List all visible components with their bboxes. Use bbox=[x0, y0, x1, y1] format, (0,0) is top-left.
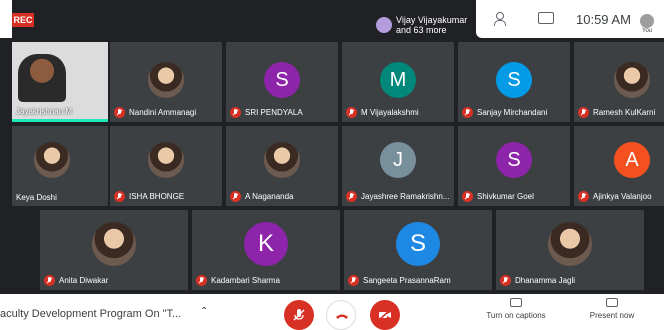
participant-name: Sanjay Mirchandani bbox=[477, 108, 548, 117]
participant-name: A Nagananda bbox=[245, 192, 294, 201]
participant-name: Shivkumar Goel bbox=[477, 192, 534, 201]
presenter-name: Vijay Vijayakumar bbox=[396, 15, 468, 25]
participant-avatar: K bbox=[244, 222, 288, 266]
people-icon[interactable] bbox=[494, 12, 512, 26]
bottom-bar: aculty Development Program On "T... ⌃ Tu… bbox=[0, 294, 664, 330]
participant-name: Sangeeta PrasannaRam bbox=[363, 276, 451, 285]
self-label: You bbox=[642, 28, 653, 34]
mic-toggle-button[interactable] bbox=[284, 300, 314, 330]
participant-name: Jayashree Ramakrishn... bbox=[361, 192, 450, 201]
participant-name: Dhanamma Jagli bbox=[515, 276, 576, 285]
participant-name: Keya Doshi bbox=[16, 193, 57, 202]
muted-mic-icon bbox=[462, 191, 473, 202]
participant-avatar: S bbox=[496, 62, 532, 98]
window-edge bbox=[0, 0, 12, 38]
participant-name: ISHA BHONGE bbox=[129, 192, 185, 201]
participant-tile[interactable]: A Ajinkya Valanjoo bbox=[574, 126, 664, 206]
muted-mic-icon bbox=[346, 191, 357, 202]
participant-name: Ajinkya Valanjoo bbox=[593, 192, 652, 201]
participant-tile[interactable]: J Jayashree Ramakrishn... bbox=[342, 126, 454, 206]
muted-mic-icon bbox=[500, 275, 511, 286]
participant-video bbox=[18, 54, 66, 102]
participant-tile[interactable]: S Shivkumar Goel bbox=[458, 126, 570, 206]
participant-tile[interactable]: Jayakrishnan M bbox=[12, 42, 108, 122]
participant-avatar: S bbox=[264, 62, 300, 98]
chevron-up-icon[interactable]: ⌃ bbox=[200, 306, 208, 317]
muted-mic-icon bbox=[230, 107, 241, 118]
clock: 10:59 AM bbox=[576, 12, 631, 27]
participant-avatar bbox=[148, 62, 184, 98]
muted-mic-icon bbox=[114, 191, 125, 202]
participant-avatar: J bbox=[380, 142, 416, 178]
participant-name: Anita Diwakar bbox=[59, 276, 109, 285]
mic-off-icon bbox=[293, 309, 305, 321]
participant-avatar: S bbox=[496, 142, 532, 178]
muted-mic-icon bbox=[114, 107, 125, 118]
chat-icon[interactable] bbox=[536, 12, 554, 26]
participant-name: Ramesh KulKarni bbox=[593, 108, 656, 117]
present-icon bbox=[606, 298, 618, 307]
participant-name: Jayakrishnan M bbox=[16, 107, 73, 116]
muted-mic-icon bbox=[348, 275, 359, 286]
participant-tile[interactable]: ISHA BHONGE bbox=[110, 126, 222, 206]
presenter-more: and 63 more bbox=[396, 25, 447, 35]
participant-tile[interactable]: Keya Doshi bbox=[12, 126, 108, 206]
participant-tile[interactable]: S Sanjay Mirchandani bbox=[458, 42, 570, 122]
muted-mic-icon bbox=[578, 191, 589, 202]
participant-avatar bbox=[548, 222, 592, 266]
participant-grid: Jayakrishnan M Nandini Ammanagi S SRI PE… bbox=[0, 38, 664, 294]
participant-tile[interactable]: Ramesh KulKarni bbox=[574, 42, 664, 122]
presenter-chip[interactable]: Vijay Vijayakumar and 63 more bbox=[376, 14, 467, 36]
present-label: Present now bbox=[589, 311, 635, 320]
muted-mic-icon bbox=[230, 191, 241, 202]
participant-tile[interactable]: Dhanamma Jagli bbox=[496, 210, 644, 290]
participant-tile[interactable]: M M Vijayalakshmi bbox=[342, 42, 454, 122]
recording-badge: REC bbox=[12, 13, 34, 27]
participant-avatar: M bbox=[380, 62, 416, 98]
muted-mic-icon bbox=[346, 107, 357, 118]
muted-mic-icon bbox=[196, 275, 207, 286]
participant-tile[interactable]: Anita Diwakar bbox=[40, 210, 188, 290]
present-now-button[interactable]: Present now bbox=[582, 298, 642, 320]
participant-avatar bbox=[614, 62, 650, 98]
self-avatar[interactable] bbox=[640, 14, 654, 28]
participant-avatar bbox=[264, 142, 300, 178]
top-right-panel: 10:59 AM You bbox=[476, 0, 664, 38]
participant-name: Nandini Ammanagi bbox=[129, 108, 197, 117]
participant-avatar: A bbox=[614, 142, 650, 178]
camera-toggle-button[interactable] bbox=[370, 300, 400, 330]
participant-avatar bbox=[148, 142, 184, 178]
participant-avatar bbox=[92, 222, 136, 266]
muted-mic-icon bbox=[578, 107, 589, 118]
captions-label: Turn on captions bbox=[486, 311, 546, 320]
meeting-title[interactable]: aculty Development Program On "T... bbox=[0, 308, 181, 320]
participant-tile[interactable]: K Kadambari Sharma bbox=[192, 210, 340, 290]
participant-name: Kadambari Sharma bbox=[211, 276, 280, 285]
presenter-avatar bbox=[376, 17, 392, 33]
leave-call-button[interactable] bbox=[326, 300, 356, 330]
top-bar: REC Vijay Vijayakumar and 63 more 10:59 … bbox=[0, 0, 664, 38]
speaking-indicator bbox=[12, 119, 108, 122]
participant-avatar bbox=[34, 142, 70, 178]
participant-name: M Vijayalakshmi bbox=[361, 108, 419, 117]
participant-tile[interactable]: A Nagananda bbox=[226, 126, 338, 206]
captions-icon bbox=[510, 298, 522, 307]
muted-mic-icon bbox=[44, 275, 55, 286]
participant-tile[interactable]: S SRI PENDYALA bbox=[226, 42, 338, 122]
participant-tile[interactable]: Nandini Ammanagi bbox=[110, 42, 222, 122]
captions-button[interactable]: Turn on captions bbox=[480, 298, 552, 320]
participant-name: SRI PENDYALA bbox=[245, 108, 303, 117]
hang-up-icon bbox=[336, 314, 348, 319]
participant-tile[interactable]: S Sangeeta PrasannaRam bbox=[344, 210, 492, 290]
participant-avatar: S bbox=[396, 222, 440, 266]
camera-off-icon bbox=[378, 309, 391, 321]
muted-mic-icon bbox=[462, 107, 473, 118]
